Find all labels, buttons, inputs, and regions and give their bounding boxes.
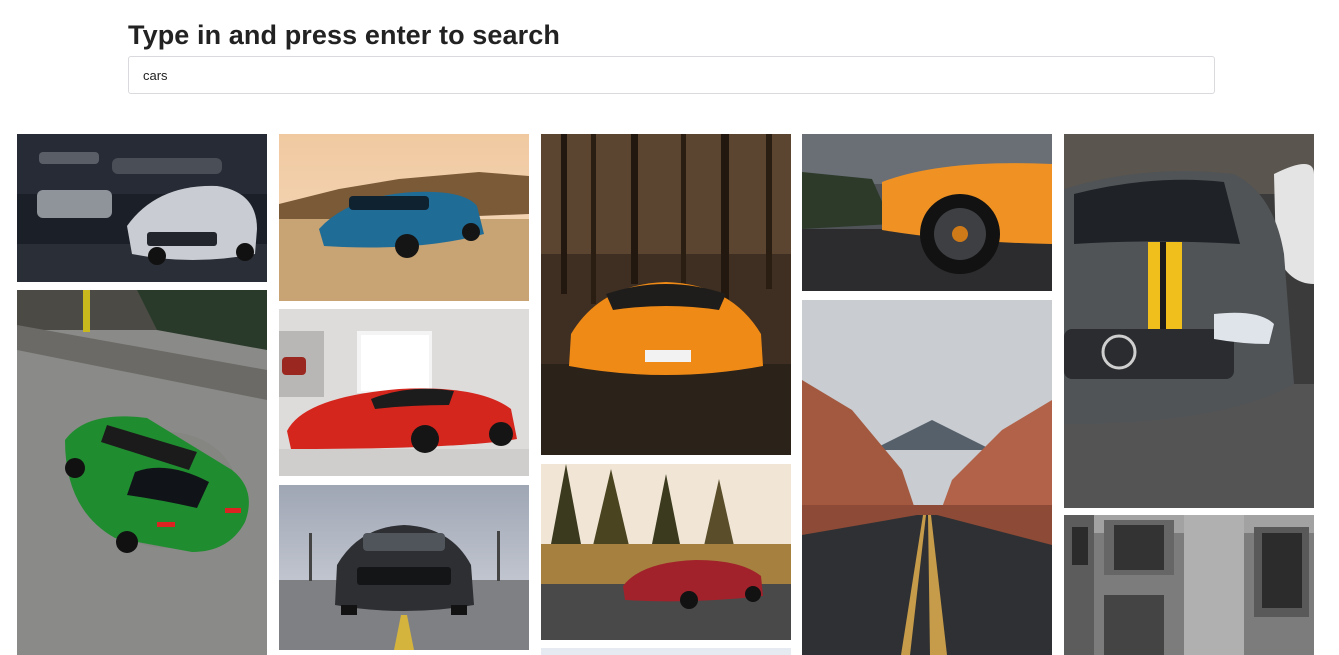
photo-image [802,300,1052,655]
photo-red-mercedes-road[interactable] [541,464,791,640]
photo-image [279,309,529,476]
search-header: Type in and press enter to search [128,18,1215,94]
photo-green-mustang[interactable] [17,290,267,655]
photo-image [17,134,267,282]
search-input[interactable] [128,56,1215,94]
photo-image [541,464,791,640]
photo-canyon-road[interactable] [802,300,1052,655]
photo-image [802,134,1052,291]
photo-image [279,485,529,650]
photo-image [541,648,791,655]
photo-image [541,134,791,455]
page-title: Type in and press enter to search [128,20,560,50]
photo-image [1064,134,1314,508]
photo-building-bw[interactable] [1064,515,1314,655]
photo-image [279,134,529,301]
photo-orange-lamborghini-forest[interactable] [541,134,791,455]
photo-light-blue-partial[interactable] [541,648,791,655]
photo-black-mustang[interactable] [279,485,529,650]
photo-white-camaro[interactable] [17,134,267,282]
photo-grey-mercedes[interactable] [1064,134,1314,508]
photo-red-ferrari[interactable] [279,309,529,476]
photo-orange-lamborghini-wheel[interactable] [802,134,1052,291]
photo-image [17,290,267,655]
photo-blue-camaro[interactable] [279,134,529,301]
photo-image [1064,515,1314,655]
